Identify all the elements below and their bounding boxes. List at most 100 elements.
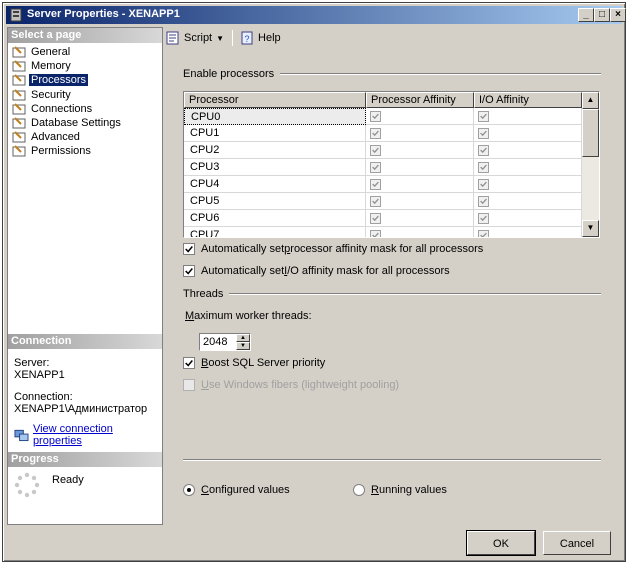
checkbox-box[interactable] (183, 265, 195, 277)
processor-affinity-cell (366, 176, 474, 193)
page-item-memory[interactable]: Memory (12, 59, 162, 73)
boost-priority-checkbox[interactable]: Boost SQL Server priority (183, 357, 325, 369)
processor-affinity-cell (366, 108, 474, 125)
help-button[interactable]: ? Help (239, 30, 281, 46)
configured-values-radio[interactable]: Configured values (183, 484, 290, 496)
maximize-button[interactable]: □ (594, 8, 610, 22)
table-row[interactable]: CPU6 (184, 210, 582, 227)
close-button[interactable]: × (610, 8, 626, 22)
io-affinity-checkbox[interactable] (478, 111, 489, 122)
page-item-general[interactable]: General (12, 45, 162, 59)
io-affinity-checkbox[interactable] (478, 145, 489, 156)
io-affinity-checkbox[interactable] (478, 196, 489, 207)
scroll-thumb[interactable] (582, 109, 599, 157)
help-icon: ? (241, 31, 253, 45)
select-page-header: Select a page (8, 28, 162, 43)
processor-affinity-checkbox[interactable] (370, 162, 381, 173)
scroll-up-icon[interactable]: ▲ (582, 92, 599, 109)
io-affinity-checkbox[interactable] (478, 162, 489, 173)
radio-button[interactable] (353, 484, 365, 496)
progress-status: Ready (52, 474, 84, 486)
table-row[interactable]: CPU5 (184, 193, 582, 210)
checkbox-box[interactable] (183, 357, 195, 369)
view-connection-properties-link[interactable]: View connection properties (14, 423, 156, 447)
column-header-processor-affinity[interactable]: Processor Affinity (366, 92, 474, 108)
window-title: Server Properties - XENAPP1 (27, 8, 180, 20)
stepper-down-icon[interactable]: ▼ (236, 342, 250, 350)
page-item-security[interactable]: Security (12, 88, 162, 102)
processor-grid[interactable]: Processor Processor Affinity I/O Affinit… (183, 91, 600, 238)
table-row[interactable]: CPU0 (184, 108, 582, 125)
progress-header: Progress (8, 452, 162, 467)
wrench-page-icon (12, 60, 26, 72)
check-icon (185, 268, 193, 275)
page-item-permissions[interactable]: Permissions (12, 144, 162, 158)
checkbox-box[interactable] (183, 243, 195, 255)
divider (183, 459, 601, 461)
check-icon (185, 246, 193, 253)
script-button[interactable]: Script ▼ (165, 30, 224, 46)
page-item-database-settings[interactable]: Database Settings (12, 116, 162, 130)
page-item-advanced[interactable]: Advanced (12, 130, 162, 144)
check-icon (372, 164, 379, 171)
toolbar: Script ▼ ? Help (165, 28, 289, 48)
processor-cell: CPU7 (184, 227, 366, 237)
io-affinity-checkbox[interactable] (478, 128, 489, 139)
table-row[interactable]: CPU1 (184, 125, 582, 142)
wrench-page-icon (12, 145, 26, 157)
io-affinity-checkbox[interactable] (478, 230, 489, 237)
processor-cell: CPU3 (184, 159, 366, 176)
io-affinity-checkbox[interactable] (478, 179, 489, 190)
wrench-page-icon (12, 74, 26, 86)
wrench-page-icon (12, 103, 26, 115)
processor-affinity-checkbox[interactable] (370, 196, 381, 207)
grid-scrollbar[interactable]: ▲ ▼ (582, 92, 599, 237)
check-icon (185, 360, 193, 367)
ok-button[interactable]: OK (466, 530, 536, 556)
scroll-down-icon[interactable]: ▼ (582, 220, 599, 237)
processor-cell: CPU5 (184, 193, 366, 210)
processor-affinity-checkbox[interactable] (370, 111, 381, 122)
cancel-button[interactable]: Cancel (543, 531, 611, 555)
table-row[interactable]: CPU7 (184, 227, 582, 237)
title-bar[interactable]: Server Properties - XENAPP1 _ □ × (6, 6, 626, 24)
radio-button[interactable] (183, 484, 195, 496)
processor-affinity-checkbox[interactable] (370, 230, 381, 237)
table-row[interactable]: CPU3 (184, 159, 582, 176)
check-icon (372, 113, 379, 120)
max-worker-threads-stepper[interactable]: 2048 ▲ ▼ (199, 333, 251, 351)
page-item-connections[interactable]: Connections (12, 102, 162, 116)
auto-io-affinity-checkbox[interactable]: Automatically set I/O affinity mask for … (183, 265, 450, 277)
chevron-down-icon: ▼ (216, 33, 225, 43)
connection-properties-icon (14, 429, 29, 442)
checkbox-box[interactable] (183, 379, 195, 391)
connection-section: Connection Server: XENAPP1 Connection: X… (8, 334, 162, 455)
auto-processor-affinity-checkbox[interactable]: Automatically set p rocessor affinity mas… (183, 243, 483, 255)
table-row[interactable]: CPU2 (184, 142, 582, 159)
check-icon (372, 198, 379, 205)
server-icon (10, 8, 22, 22)
processor-affinity-checkbox[interactable] (370, 145, 381, 156)
processor-affinity-checkbox[interactable] (370, 213, 381, 224)
minimize-button[interactable]: _ (578, 8, 594, 22)
processor-cell: CPU1 (184, 125, 366, 142)
svg-text:?: ? (245, 34, 250, 44)
page-item-processors[interactable]: Processors (12, 73, 162, 87)
io-affinity-cell (474, 193, 582, 210)
processor-affinity-cell (366, 125, 474, 142)
processor-affinity-checkbox[interactable] (370, 128, 381, 139)
stepper-up-icon[interactable]: ▲ (236, 334, 250, 342)
processor-affinity-cell (366, 142, 474, 159)
table-row[interactable]: CPU4 (184, 176, 582, 193)
running-values-radio[interactable]: Running values (353, 484, 447, 496)
io-affinity-checkbox[interactable] (478, 213, 489, 224)
check-icon (372, 232, 379, 237)
windows-fibers-checkbox[interactable]: Use Windows fibers (lightweight pooling) (183, 379, 399, 391)
script-icon (166, 31, 179, 45)
column-header-processor[interactable]: Processor (184, 92, 366, 108)
column-header-io-affinity[interactable]: I/O Affinity (474, 92, 582, 108)
connection-value: XENAPP1\Администратор (14, 403, 148, 415)
io-affinity-cell (474, 176, 582, 193)
wrench-page-icon (12, 131, 26, 143)
processor-affinity-checkbox[interactable] (370, 179, 381, 190)
